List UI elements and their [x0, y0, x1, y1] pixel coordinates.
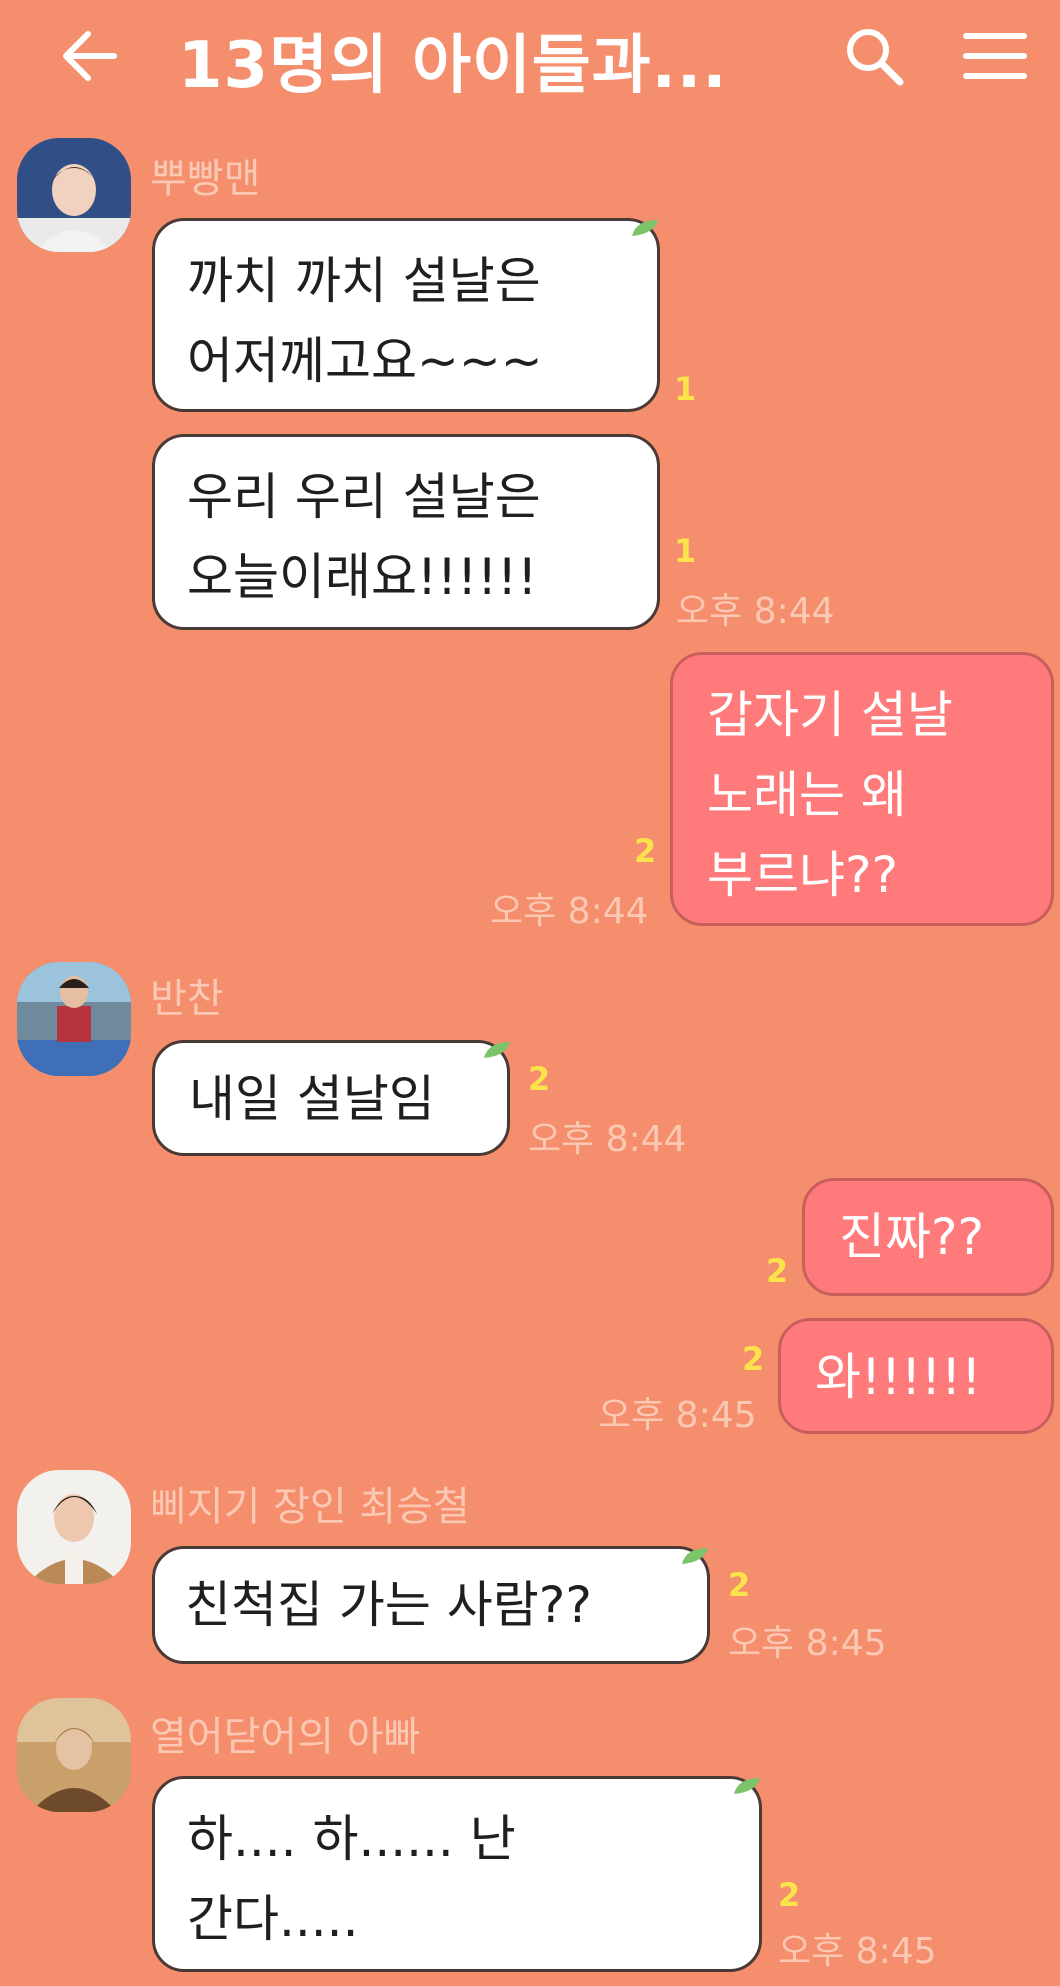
unread-count: 1	[674, 370, 697, 408]
chat-room-title: 13명의 아이들과...	[178, 29, 728, 103]
avatar-banchan[interactable]	[17, 962, 131, 1076]
message-bubble[interactable]: 우리 우리 설날은 오늘이래요!!!!!!	[152, 434, 660, 630]
timestamp: 오후 8:45	[778, 1931, 937, 1972]
timestamp: 오후 8:44	[676, 591, 835, 632]
avatar-yeoreodadeo-dad[interactable]	[17, 1698, 131, 1812]
avatar-choi-seungcheol[interactable]	[17, 1470, 131, 1584]
sender-name: 반찬	[150, 976, 224, 1022]
profile-photo-icon	[17, 1470, 131, 1584]
search-icon[interactable]	[842, 26, 906, 86]
sender-name: 뿌빵맨	[150, 156, 261, 202]
profile-photo-icon	[17, 138, 131, 252]
my-message-bubble[interactable]: 진짜??	[802, 1178, 1054, 1296]
unread-count: 2	[634, 832, 657, 870]
message-bubble[interactable]: 친척집 가는 사람??	[152, 1546, 710, 1664]
leaf-icon	[682, 1548, 708, 1564]
leaf-icon	[484, 1042, 510, 1058]
my-message-bubble[interactable]: 갑자기 설날 노래는 왜 부르냐??	[670, 652, 1054, 926]
message-bubble[interactable]: 하.... 하...... 난 간다.....	[152, 1776, 762, 1972]
profile-photo-icon	[17, 1698, 131, 1812]
message-bubble[interactable]: 까치 까치 설날은 어저께고요~~~	[152, 218, 660, 412]
unread-count: 2	[728, 1566, 751, 1604]
unread-count: 1	[674, 532, 697, 570]
sender-name: 삐지기 장인 최승철	[150, 1484, 470, 1530]
unread-count: 2	[742, 1340, 765, 1378]
avatar-ppuppangman[interactable]	[17, 138, 131, 252]
timestamp: 오후 8:44	[490, 891, 649, 932]
chat-header: 13명의 아이들과...	[0, 0, 1060, 112]
sender-name: 열어닫어의 아빠	[150, 1714, 421, 1760]
timestamp: 오후 8:45	[728, 1623, 887, 1664]
hamburger-menu-icon[interactable]	[962, 28, 1028, 84]
back-arrow-icon[interactable]	[58, 28, 118, 84]
unread-count: 2	[766, 1252, 789, 1290]
timestamp: 오후 8:45	[598, 1395, 757, 1436]
message-bubble[interactable]: 내일 설날임	[152, 1040, 510, 1156]
leaf-icon	[734, 1778, 760, 1794]
timestamp: 오후 8:44	[528, 1119, 687, 1160]
profile-photo-icon	[17, 962, 131, 1076]
my-message-bubble[interactable]: 와!!!!!!	[778, 1318, 1054, 1434]
unread-count: 2	[528, 1060, 551, 1098]
unread-count: 2	[778, 1876, 801, 1914]
leaf-icon	[632, 220, 658, 236]
